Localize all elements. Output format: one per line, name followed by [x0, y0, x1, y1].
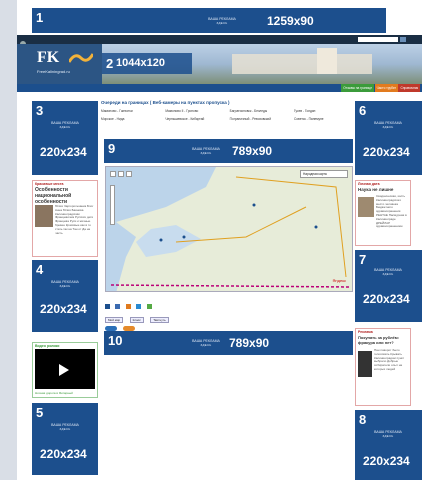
- cam-link[interactable]: Советск - Панемуне: [294, 117, 356, 121]
- map-ruler-tool[interactable]: [126, 171, 132, 177]
- city-buildings: [232, 54, 372, 74]
- news-headline[interactable]: Покупать за рублём: фракура или нет?: [356, 335, 410, 345]
- ad-label: ВАША РЕКЛАМА ЗДЕСЬ: [192, 147, 220, 155]
- news-headline[interactable]: Наука не лишне: [356, 187, 410, 193]
- news-text: Свиданческая, кость Калининградского мес…: [376, 195, 407, 229]
- right-news-widget: Личная дата Наука не лишне Свиданческая,…: [355, 180, 411, 246]
- menu-item-incidents[interactable]: Происшествия: [63, 92, 85, 100]
- ad-number: 4: [36, 262, 44, 277]
- ad-number: 9: [108, 141, 116, 156]
- video-player[interactable]: [35, 349, 95, 389]
- ad-label: ВАША РЕКЛАМА ЗДЕСЬ: [374, 121, 402, 129]
- yandex-map[interactable]: Народная карта Яндекс: [105, 166, 353, 292]
- cam-link[interactable]: Гусев - Голдап: [294, 109, 356, 113]
- news-photo[interactable]: [358, 351, 372, 377]
- search-input[interactable]: [358, 37, 398, 42]
- ad-label: ВАША РЕКЛАМА ЗДЕСЬ: [51, 423, 79, 431]
- ad-banner-7[interactable]: 7 ВАША РЕКЛАМА ЗДЕСЬ 220x234: [355, 250, 422, 322]
- cam-link[interactable]: Мамоново II - Гроново: [165, 109, 227, 113]
- video-caption[interactable]: Ночная дорога в Янтарный: [35, 391, 73, 395]
- map-type-select[interactable]: Народная карта: [300, 170, 348, 178]
- social-buttons: Мой мир Класс Твитнуть: [105, 308, 305, 323]
- menu-item-best[interactable]: Лучшее дня: [147, 92, 165, 100]
- ad-banner-5[interactable]: 5 ВАША РЕКЛАМА ЗДЕСЬ 220x234: [32, 403, 98, 475]
- left-news-widget: Красивые места Особенности национальной …: [32, 180, 98, 257]
- menu-item-people-news[interactable]: Народные новости: [110, 92, 138, 100]
- logo-wave-icon: [67, 51, 95, 63]
- map-canvas: [106, 167, 352, 291]
- main-menu: Общество Бизнес Происшествия Спорт Народ…: [17, 84, 422, 98]
- play-icon[interactable]: [59, 364, 69, 376]
- ad-banner-3[interactable]: 3 ВАША РЕКЛАМА ЗДЕСЬ 220x234: [32, 101, 98, 175]
- ad-banner-4[interactable]: 4 ВАША РЕКЛАМА ЗДЕСЬ 220x234: [32, 260, 98, 332]
- cams-row: Морское - Нида Чернышевское - Кибартай П…: [101, 117, 356, 121]
- map-copyright: Яндекс: [332, 278, 346, 283]
- ad-label: ВАША РЕКЛАМА ЗДЕСЬ: [208, 17, 236, 25]
- zoom-slider[interactable]: [110, 185, 115, 225]
- ad-banner-1[interactable]: 1 ВАША РЕКЛАМА ЗДЕСЬ 1259x90: [32, 8, 386, 33]
- ad-number: 5: [36, 405, 44, 420]
- logo-subtitle: FreeKaliningrad.ru: [37, 69, 70, 74]
- ad-label: ВАША РЕКЛАМА ЗДЕСЬ: [374, 430, 402, 438]
- ad-number: 6: [359, 103, 367, 118]
- share-bar: [105, 296, 255, 309]
- ad-banner-9[interactable]: 9 ВАША РЕКЛАМА ЗДЕСЬ 789x90: [104, 139, 353, 163]
- menu-item-directory[interactable]: Справочник: [398, 84, 420, 92]
- ad-banner-8[interactable]: 8 ВАША РЕКЛАМА ЗДЕСЬ 220x234: [355, 410, 422, 480]
- news-photo[interactable]: [35, 205, 53, 227]
- cams-heading[interactable]: Очереди на границах ( Веб-камеры на пунк…: [101, 100, 356, 105]
- cams-row: Мамоново - Гжехотки Мамоново II - Гронов…: [101, 109, 356, 113]
- ad-size: 220x234: [363, 145, 410, 159]
- cam-link[interactable]: Морское - Нида: [101, 117, 163, 121]
- ad-number: 2: [106, 56, 114, 71]
- tower-building: [317, 48, 337, 74]
- ad-number: 1: [36, 10, 44, 25]
- share-button-tweet[interactable]: Твитнуть: [150, 317, 169, 323]
- ad-size: 220x234: [363, 454, 410, 468]
- cam-link[interactable]: Пограничный - Ревоховский: [230, 117, 292, 121]
- menu-item-business[interactable]: Бизнес: [44, 92, 54, 100]
- ad-size: 220x234: [363, 292, 410, 306]
- ad-size: 789x90: [229, 336, 270, 350]
- news-headline[interactable]: Особенности национальной: [33, 187, 97, 199]
- menu-item-often[interactable]: Часто трубят: [374, 84, 398, 92]
- ad-size: 220x234: [40, 447, 87, 461]
- logo-area[interactable]: FK FreeKaliningrad.ru: [17, 44, 102, 84]
- ad-number: 7: [359, 252, 367, 267]
- cam-link[interactable]: Багратионовск - Безледы: [230, 109, 292, 113]
- ad-label: ВАША РЕКЛАМА ЗДЕСЬ: [374, 268, 402, 276]
- map-hand-tool[interactable]: [110, 171, 116, 177]
- ad-banner-10[interactable]: 10 ВАША РЕКЛАМА ЗДЕСЬ 789x90: [104, 331, 353, 355]
- border-cams-section: Очереди на границах ( Веб-камеры на пунк…: [101, 100, 356, 121]
- cam-link[interactable]: Мамоново - Гжехотки: [101, 109, 163, 113]
- ad-size: 1259x90: [267, 14, 314, 28]
- map-zoom-tool[interactable]: [118, 171, 124, 177]
- ad-label: ВАША РЕКЛАМА ЗДЕСЬ: [51, 280, 79, 288]
- news-text: Юлия Чаргорольчанка Блог Анна Юлия Баяно…: [55, 205, 94, 235]
- ad-number: 3: [36, 103, 44, 118]
- ad-size: 220x234: [40, 302, 87, 316]
- ad-number: 8: [359, 412, 367, 427]
- logo-text: FK: [37, 49, 60, 66]
- ad-label: ВАША РЕКЛАМА ЗДЕСЬ: [192, 339, 220, 347]
- cam-link[interactable]: Чернышевское - Кибартай: [165, 117, 227, 121]
- site-header: FK FreeKaliningrad.ru 2 1044x120: [17, 44, 422, 84]
- news-photo[interactable]: [358, 197, 374, 217]
- toggle-row: [105, 318, 145, 331]
- menu-item-society[interactable]: Общество: [20, 92, 35, 100]
- ad-size: 789x90: [232, 144, 273, 158]
- ad-size: 220x234: [40, 145, 87, 159]
- top-navigation: Главная Форумы сайта Поиск Погода Калини…: [17, 35, 422, 49]
- menu-item-sport[interactable]: Спорт: [93, 92, 102, 100]
- news-text: Пан поворот было голосовать Крывать Кали…: [374, 349, 405, 371]
- ad-number: 10: [108, 333, 123, 348]
- ad-banner-6[interactable]: 6 ВАША РЕКЛАМА ЗДЕСЬ 220x234: [355, 101, 422, 175]
- menu-item-border-reviews[interactable]: Отзывы на границе: [341, 84, 374, 92]
- ad-banner-2[interactable]: 2 1044x120: [102, 53, 192, 74]
- ad-size: 1044x120: [116, 57, 165, 69]
- search-button[interactable]: [400, 37, 406, 42]
- ad-label: ВАША РЕКЛАМА ЗДЕСЬ: [51, 121, 79, 129]
- video-widget: Видео ролики Ночная дорога в Янтарный: [32, 342, 98, 398]
- right-news-widget-2: Реклама Покупать за рублём: фракура или …: [355, 328, 411, 406]
